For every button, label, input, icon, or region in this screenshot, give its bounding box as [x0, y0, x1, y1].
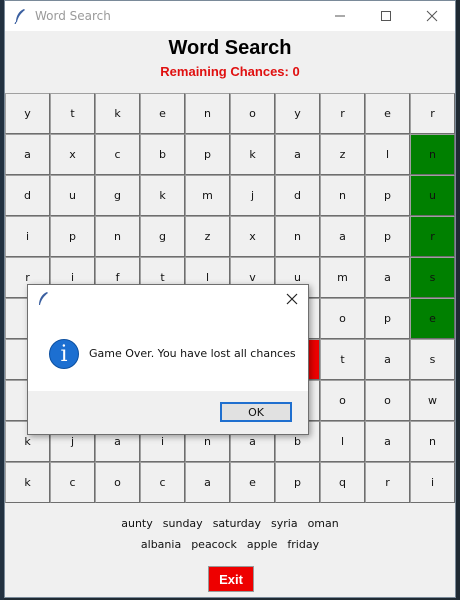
grid-cell[interactable]: m: [185, 175, 230, 216]
minimize-button[interactable]: [317, 1, 363, 31]
remaining-chances: Remaining Chances: 0: [160, 64, 300, 79]
grid-cell[interactable]: k: [230, 134, 275, 175]
word-list-row-1: aunty sunday saturday syria oman: [5, 517, 455, 530]
grid-cell[interactable]: g: [95, 175, 140, 216]
grid-cell[interactable]: o: [320, 380, 365, 421]
grid-cell[interactable]: p: [185, 134, 230, 175]
grid-cell[interactable]: a: [365, 421, 410, 462]
grid-cell[interactable]: u: [410, 175, 455, 216]
grid-cell[interactable]: q: [320, 462, 365, 503]
grid-cell[interactable]: m: [320, 257, 365, 298]
dialog-title-bar: [28, 285, 308, 313]
grid-cell[interactable]: c: [50, 462, 95, 503]
window-title: Word Search: [35, 9, 111, 23]
grid-cell[interactable]: u: [50, 175, 95, 216]
grid-cell[interactable]: i: [410, 462, 455, 503]
feather-icon: [39, 292, 48, 305]
grid-cell[interactable]: y: [5, 93, 50, 134]
grid-cell[interactable]: l: [320, 421, 365, 462]
title-bar: Word Search: [5, 1, 455, 31]
grid-cell[interactable]: o: [95, 462, 140, 503]
grid-cell[interactable]: p: [275, 462, 320, 503]
grid-cell[interactable]: g: [140, 216, 185, 257]
grid-cell[interactable]: k: [5, 462, 50, 503]
grid-cell[interactable]: e: [410, 298, 455, 339]
grid-cell[interactable]: o: [320, 298, 365, 339]
grid-cell[interactable]: s: [410, 257, 455, 298]
grid-cell[interactable]: k: [140, 175, 185, 216]
grid-cell[interactable]: a: [320, 216, 365, 257]
ok-button[interactable]: OK: [220, 402, 292, 422]
grid-cell[interactable]: p: [365, 298, 410, 339]
grid-cell[interactable]: n: [185, 93, 230, 134]
grid-cell[interactable]: r: [410, 216, 455, 257]
grid-cell[interactable]: j: [230, 175, 275, 216]
minimize-icon: [335, 15, 345, 17]
grid-cell[interactable]: x: [230, 216, 275, 257]
grid-cell[interactable]: n: [410, 134, 455, 175]
target-word: aunty: [121, 517, 153, 530]
grid-cell[interactable]: p: [365, 175, 410, 216]
target-word: peacock: [191, 538, 237, 551]
grid-cell[interactable]: d: [275, 175, 320, 216]
grid-cell[interactable]: r: [365, 462, 410, 503]
word-list-row-2: albania peacock apple friday: [5, 538, 455, 551]
grid-cell[interactable]: o: [230, 93, 275, 134]
info-icon: i: [49, 339, 79, 369]
close-icon[interactable]: [284, 291, 300, 307]
grid-cell[interactable]: o: [365, 380, 410, 421]
grid-cell[interactable]: n: [275, 216, 320, 257]
grid-cell[interactable]: x: [50, 134, 95, 175]
target-word: sunday: [162, 517, 203, 530]
feather-icon: [14, 9, 25, 24]
grid-cell[interactable]: t: [50, 93, 95, 134]
grid-cell[interactable]: l: [365, 134, 410, 175]
target-word: oman: [307, 517, 339, 530]
grid-cell[interactable]: a: [365, 257, 410, 298]
grid-cell[interactable]: z: [320, 134, 365, 175]
maximize-button[interactable]: [363, 1, 409, 31]
grid-cell[interactable]: z: [185, 216, 230, 257]
grid-cell[interactable]: a: [5, 134, 50, 175]
dialog-footer: OK: [28, 391, 308, 434]
dialog-message: Game Over. You have lost all chances: [89, 347, 296, 360]
grid-cell[interactable]: a: [185, 462, 230, 503]
maximize-icon: [381, 11, 391, 21]
grid-cell[interactable]: r: [410, 93, 455, 134]
grid-cell[interactable]: a: [275, 134, 320, 175]
grid-cell[interactable]: t: [320, 339, 365, 380]
grid-cell[interactable]: k: [95, 93, 140, 134]
target-word: apple: [246, 538, 278, 551]
grid-cell[interactable]: r: [320, 93, 365, 134]
grid-cell[interactable]: d: [5, 175, 50, 216]
grid-cell[interactable]: i: [5, 216, 50, 257]
close-button[interactable]: [409, 1, 455, 31]
grid-cell[interactable]: s: [410, 339, 455, 380]
grid-cell[interactable]: w: [410, 380, 455, 421]
target-word: saturday: [212, 517, 262, 530]
target-word: syria: [271, 517, 298, 530]
grid-cell[interactable]: c: [95, 134, 140, 175]
exit-button[interactable]: Exit: [208, 566, 254, 592]
grid-cell[interactable]: c: [140, 462, 185, 503]
grid-cell[interactable]: y: [275, 93, 320, 134]
close-icon: [426, 10, 438, 22]
page-title: Word Search: [168, 37, 292, 59]
grid-cell[interactable]: n: [410, 421, 455, 462]
grid-cell[interactable]: p: [365, 216, 410, 257]
grid-cell[interactable]: p: [50, 216, 95, 257]
grid-cell[interactable]: a: [365, 339, 410, 380]
grid-cell[interactable]: e: [365, 93, 410, 134]
target-word: friday: [287, 538, 320, 551]
grid-cell[interactable]: e: [140, 93, 185, 134]
target-word: albania: [140, 538, 182, 551]
grid-cell[interactable]: n: [95, 216, 140, 257]
grid-cell[interactable]: n: [320, 175, 365, 216]
game-over-dialog: i Game Over. You have lost all chances O…: [27, 284, 309, 435]
grid-cell[interactable]: e: [230, 462, 275, 503]
grid-cell[interactable]: b: [140, 134, 185, 175]
